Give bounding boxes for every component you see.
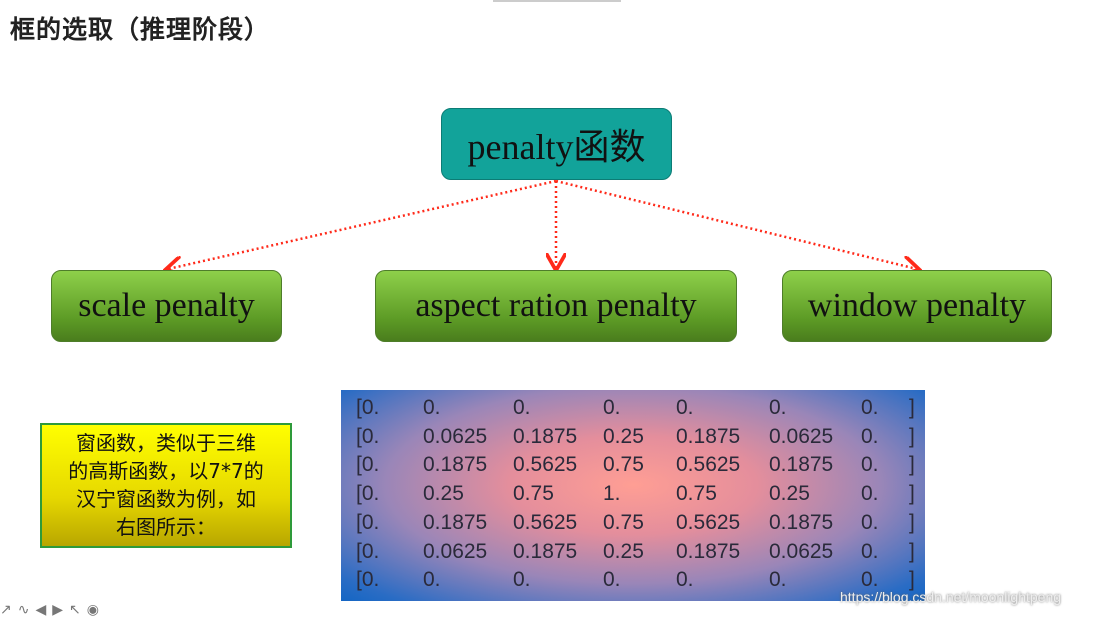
matrix-bracket: ] xyxy=(909,539,915,563)
matrix-cell: 0. xyxy=(861,453,879,477)
matrix-cell: [0. xyxy=(356,539,380,563)
matrix-cell: 0.25 xyxy=(603,539,644,563)
matrix-cell: 0.5625 xyxy=(676,510,741,534)
matrix-cell: 0. xyxy=(423,568,441,592)
note-line: 汉宁窗函数为例，如 xyxy=(76,487,256,511)
matrix-bracket: ] xyxy=(909,453,915,477)
matrix-cell: 0.25 xyxy=(769,482,810,506)
matrix-bracket: ] xyxy=(909,482,915,506)
node-aspect-ration-penalty: aspect ration penalty xyxy=(375,270,737,342)
matrix-cell: 0. xyxy=(861,482,879,506)
matrix-bracket: ] xyxy=(909,424,915,448)
matrix-row: [0. 0.0625 0.1875 0.25 0.1875 0.0625 0.] xyxy=(341,540,925,569)
matrix-cell: [0. xyxy=(356,568,380,592)
matrix-cell: 0. xyxy=(513,568,531,592)
matrix-cell: [0. xyxy=(356,510,380,534)
matrix-cell: 0. xyxy=(861,510,879,534)
node-penalty-function: penalty函数 xyxy=(441,108,672,180)
matrix-cell: 0.0625 xyxy=(423,424,488,448)
matrix-cell: 0.5625 xyxy=(676,453,741,477)
matrix-cell: [0. xyxy=(356,453,380,477)
matrix-cell: 0.75 xyxy=(513,482,554,506)
node-scale-penalty: scale penalty xyxy=(51,270,282,342)
matrix-cell: 0.1875 xyxy=(423,453,488,477)
matrix-row: [0. 0.25 0.75 1. 0.75 0.25 0.] xyxy=(341,482,925,511)
matrix-cell: 0.25 xyxy=(603,424,644,448)
matrix-cell: 0. xyxy=(603,396,621,419)
matrix-bracket: ] xyxy=(909,396,915,419)
matrix-cell: 0.0625 xyxy=(769,424,834,448)
matrix-cell: [0. xyxy=(356,482,380,506)
matrix-cell: 0.0625 xyxy=(769,539,834,563)
matrix-cell: 0. xyxy=(861,424,879,448)
matrix-cell: 0.5625 xyxy=(513,510,578,534)
matrix-cell: 0. xyxy=(769,568,787,592)
matrix-cell: 0.1875 xyxy=(676,539,741,563)
matrix-cell: 0.75 xyxy=(676,482,717,506)
matrix-cell: 0.25 xyxy=(423,482,464,506)
edge-window xyxy=(555,179,917,269)
matrix-cell: 0. xyxy=(423,396,441,419)
matrix-cell: 0.1875 xyxy=(769,510,834,534)
matrix-cell: 0. xyxy=(861,539,879,563)
matrix-cell: 0.1875 xyxy=(513,424,578,448)
matrix-cell: 0.0625 xyxy=(423,539,488,563)
matrix-cell: 0. xyxy=(603,568,621,592)
matrix-cell: 0.5625 xyxy=(513,453,578,477)
matrix-cell: 0. xyxy=(676,396,694,419)
matrix-cell: [0. xyxy=(356,424,380,448)
edge-scale xyxy=(168,179,557,269)
matrix-cell: 0.1875 xyxy=(513,539,578,563)
matrix-cell: 0.1875 xyxy=(676,424,741,448)
slide-toolbar[interactable]: ↗∿◀▶↖◉ xyxy=(0,601,105,618)
matrix-cell: 0.75 xyxy=(603,510,644,534)
matrix-cell: 0.1875 xyxy=(769,453,834,477)
matrix-bracket: ] xyxy=(909,510,915,534)
matrix-cell: 1. xyxy=(603,482,621,506)
note-line: 右图所示： xyxy=(116,515,216,539)
matrix-cell: 0. xyxy=(769,396,787,419)
matrix-row: [0. 0. 0. 0. 0. 0. 0.] xyxy=(341,396,925,425)
matrix-cell: 0.1875 xyxy=(423,510,488,534)
matrix-cell: 0. xyxy=(861,396,879,419)
matrix-row: [0. 0.0625 0.1875 0.25 0.1875 0.0625 0.] xyxy=(341,425,925,454)
matrix-cell: 0.75 xyxy=(603,453,644,477)
matrix-cell: [0. xyxy=(356,396,380,419)
note-box: 窗函数，类似于三维 的高斯函数，以7*7的 汉宁窗函数为例，如 右图所示： xyxy=(40,423,292,548)
hanning-window-matrix: [0. 0. 0. 0. 0. 0. 0.] [0. 0.0625 0.1875 0.25 0.187… xyxy=(341,390,925,601)
matrix-row: [0. 0. 0. 0. 0. 0. 0.] xyxy=(341,568,925,597)
note-line: 窗函数，类似于三维 xyxy=(76,431,256,455)
watermark: https://blog.csdn.net/moonlightpeng xyxy=(840,589,1062,605)
note-line: 的高斯函数，以7*7的 xyxy=(68,459,264,483)
matrix-cell: 0. xyxy=(676,568,694,592)
matrix-row: [0. 0.1875 0.5625 0.75 0.5625 0.1875 0.] xyxy=(341,511,925,540)
node-window-penalty: window penalty xyxy=(782,270,1052,342)
matrix-cell: 0. xyxy=(513,396,531,419)
matrix-row: [0. 0.1875 0.5625 0.75 0.5625 0.1875 0.] xyxy=(341,453,925,482)
